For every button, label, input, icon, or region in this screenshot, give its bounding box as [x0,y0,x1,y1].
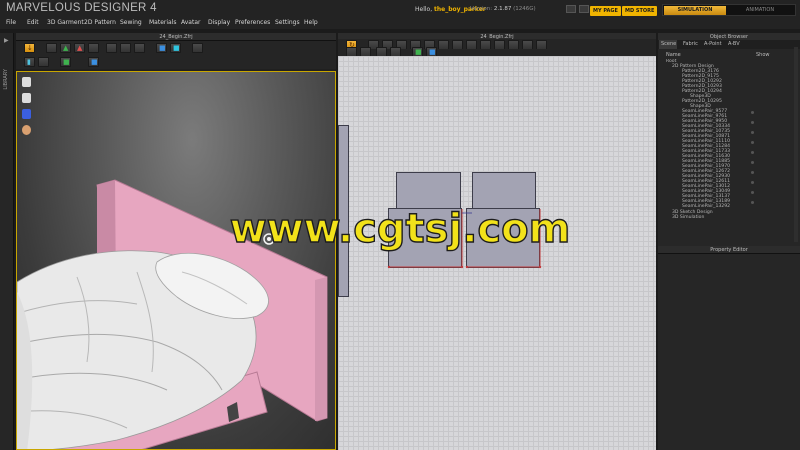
tab-a-bv[interactable]: A-BV [728,41,740,47]
select-mesh-icon[interactable] [106,43,117,53]
mode-switch: SIMULATION ANIMATION [662,4,796,16]
tab-fabric[interactable]: Fabric [683,41,698,47]
sewing-lines [387,209,542,269]
3d-toolbar-row-2: ▮ ■ ■ [16,55,336,69]
menu-file[interactable]: File [6,19,16,26]
tab-scene[interactable]: Scene [659,40,677,49]
object-browser-panel: Object Browser Scene Fabric A-Point A-BV… [658,33,800,246]
menu-display[interactable]: Display [208,19,230,26]
3d-toolbar-row-1: ↓ ▲ ▲ ■ ■ [16,41,336,55]
library-label: LIBRARY [3,69,9,90]
version-label: Version: [470,6,493,12]
greeting-label: Hello, [415,6,433,13]
3d-garment-window: 24_Begin.Zfrj ↓ ▲ ▲ ■ ■ ▮ ■ ■ [16,33,336,450]
column-name: Name [666,52,681,58]
visibility-icon[interactable] [751,151,754,154]
expand-arrow-icon[interactable]: ▶ [4,37,9,44]
object-browser-scrollbar[interactable] [794,47,798,242]
simulation-mode-button[interactable]: SIMULATION [664,6,726,15]
texture-icon[interactable]: ■ [88,57,99,67]
library-panel[interactable]: ▶ LIBRARY [0,33,14,450]
column-headers: Name Show [666,52,800,58]
menu-materials[interactable]: Materials [149,19,177,26]
line-sewing-icon[interactable] [38,57,49,67]
simulate-icon[interactable]: ↓ [24,43,35,53]
md-store-button[interactable]: MD STORE [622,6,658,16]
select-move-icon[interactable] [46,43,57,53]
shirt-cyan-icon[interactable]: ■ [170,43,181,53]
my-page-button[interactable]: MY PAGE [590,6,621,16]
menu-avatar[interactable]: Avatar [181,19,200,26]
property-editor-panel: Property Editor [658,246,800,450]
property-editor-title: Property Editor [658,246,800,254]
visibility-icon[interactable] [751,161,754,164]
fold-arrangement-icon[interactable] [120,43,131,53]
menu-3d-garment[interactable]: 3D Garment [47,19,84,26]
menu-edit[interactable]: Edit [27,19,39,26]
menu-sewing[interactable]: Sewing [120,19,142,26]
avatar-select-icon[interactable]: ■ [60,57,71,67]
visibility-icon[interactable] [751,111,754,114]
column-show: Show [756,52,770,58]
visibility-icon[interactable] [751,201,754,204]
garment-pin-icon[interactable]: ▲ [74,43,85,53]
menu-preferences[interactable]: Preferences [235,19,270,26]
menu-bar: File Edit 3D Garment 2D Pattern Sewing M… [0,17,800,29]
2d-pattern-window: 24_Begin.Zfrj ↻ ■ ■ [338,33,656,450]
object-browser-tabs: Scene Fabric A-Point A-BV [658,40,800,49]
visibility-icon[interactable] [751,121,754,124]
settings-icon[interactable] [579,5,589,13]
pin-icon[interactable] [192,43,203,53]
tree-item[interactable]: SeamLinePair_13292 [682,204,730,209]
menu-help[interactable]: Help [304,19,318,26]
visibility-icon[interactable] [751,171,754,174]
visibility-icon[interactable] [751,141,754,144]
bed-model-3d [17,179,328,449]
version-value: 2.1.87 [493,6,512,12]
tab-a-point[interactable]: A-Point [704,41,722,47]
app-title: MARVELOUS DESIGNER 4 [6,2,157,14]
build-number: (1246G) [513,6,536,12]
animation-mode-button[interactable]: ANIMATION [729,6,791,15]
3d-viewport[interactable] [16,71,336,450]
tuck-icon[interactable] [88,43,99,53]
garment-icon[interactable]: ▲ [60,43,71,53]
measure-icon[interactable] [134,43,145,53]
sewing-tool-icon[interactable]: ▮ [24,57,35,67]
title-bar: MARVELOUS DESIGNER 4 Hello, the_boy_park… [0,0,800,17]
2d-viewport[interactable] [338,56,656,450]
tree-item[interactable]: 3D Simulation [672,215,704,220]
mail-icon[interactable] [566,5,576,13]
scene-tree: Root 2D Pattern Design Pattern2D_3176 Pa… [658,59,800,244]
version-info: Version: 2.1.87 (1246G) [470,6,536,12]
visibility-icon[interactable] [751,131,754,134]
menu-settings[interactable]: Settings [275,19,300,26]
3d-window-title: 24_Begin.Zfrj [16,33,336,41]
visibility-icon[interactable] [751,191,754,194]
visibility-icon[interactable] [751,181,754,184]
menu-2d-pattern[interactable]: 2D Pattern [84,19,116,26]
shirt-blue-icon[interactable]: ■ [156,43,167,53]
